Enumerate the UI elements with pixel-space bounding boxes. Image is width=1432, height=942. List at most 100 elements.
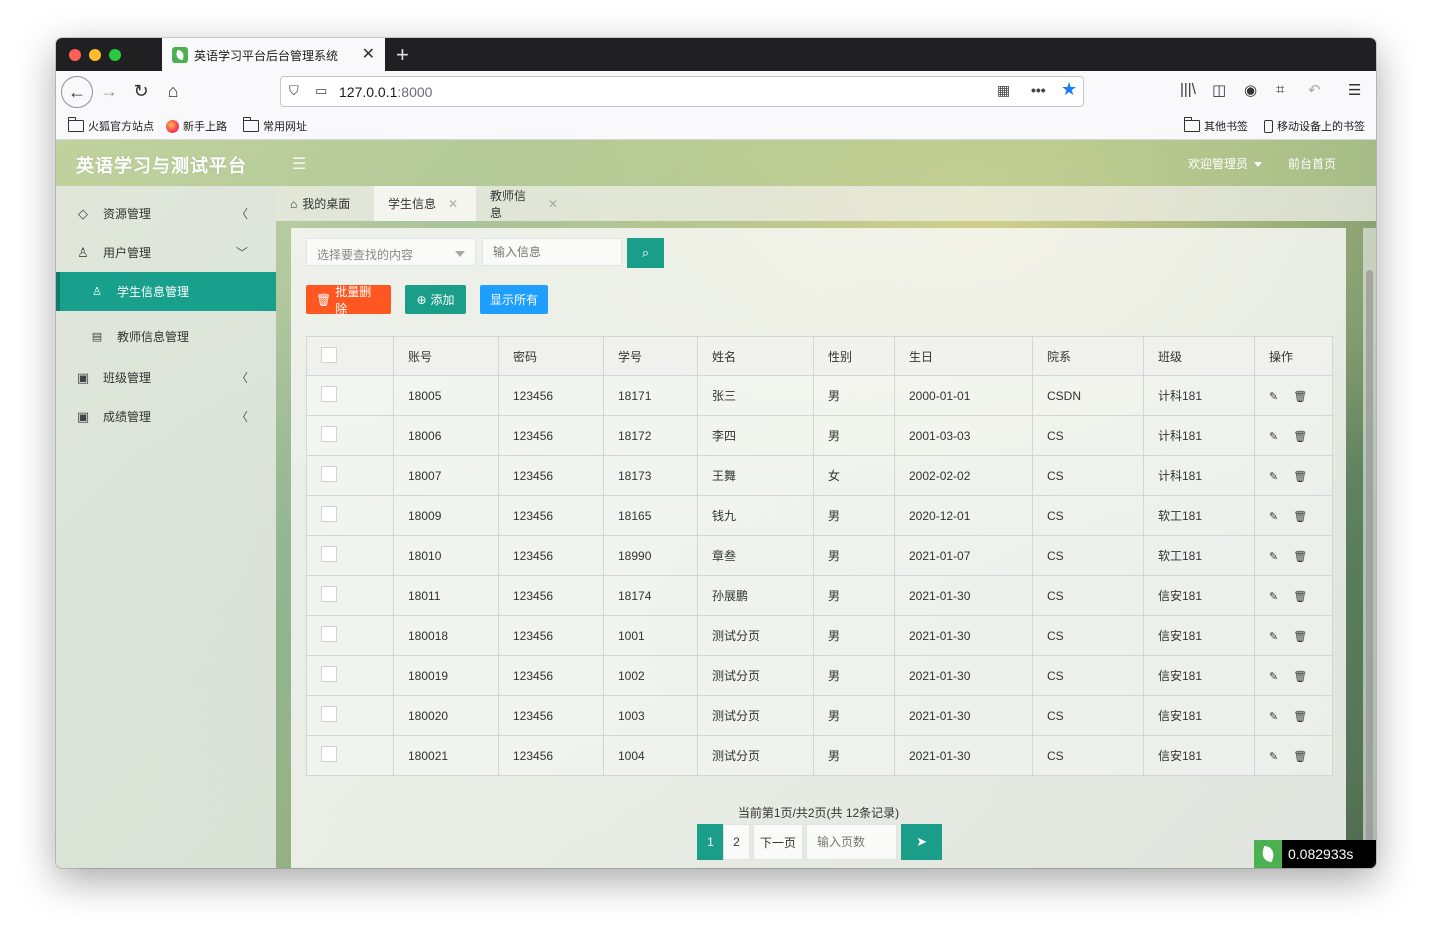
edit-icon[interactable]: ✎ xyxy=(1269,631,1284,643)
new-tab-icon[interactable]: + xyxy=(396,42,409,68)
row-checkbox[interactable] xyxy=(321,466,337,482)
search-input[interactable] xyxy=(482,238,622,266)
search-button[interactable]: ⌕ xyxy=(627,238,664,268)
library-icon[interactable]: |||\ xyxy=(1180,81,1196,98)
delete-icon[interactable]: 🗑 xyxy=(1284,431,1313,443)
go-page-button[interactable]: ➤ xyxy=(901,824,943,860)
screenshot-icon[interactable]: ⌗ xyxy=(1276,81,1284,98)
tab-my-desktop[interactable]: ⌂ 我的桌面 xyxy=(276,186,374,221)
delete-icon[interactable]: 🗑 xyxy=(1284,391,1313,403)
row-checkbox[interactable] xyxy=(321,666,337,682)
row-checkbox[interactable] xyxy=(321,586,337,602)
browser-tab[interactable]: 英语学习平台后台管理系统 ✕ xyxy=(162,38,385,71)
row-select-cell xyxy=(306,735,394,776)
sidebar-item-classes[interactable]: ▣ 班级管理 〈 xyxy=(56,358,276,397)
row-checkbox[interactable] xyxy=(321,506,337,522)
delete-icon[interactable]: 🗑 xyxy=(1284,551,1313,563)
select-all-checkbox[interactable] xyxy=(321,346,337,363)
close-tab-icon[interactable]: ✕ xyxy=(362,44,375,64)
account-icon[interactable]: ◉ xyxy=(1244,81,1257,99)
row-checkbox[interactable] xyxy=(321,746,337,762)
url-bar[interactable]: ⛉ ▭ 127.0.0.1:8000 ▦ ••• ★ xyxy=(280,76,1084,107)
delete-icon[interactable]: 🗑 xyxy=(1284,671,1313,683)
tab-student-info[interactable]: 学生信息 ✕ xyxy=(374,186,476,221)
bookmark-item[interactable]: 移动设备上的书签 xyxy=(1264,118,1365,134)
more-actions-icon[interactable]: ••• xyxy=(1031,82,1046,98)
sidebar-item-student-info[interactable]: ♙ 学生信息管理 xyxy=(56,272,276,311)
reload-button[interactable]: ↻ xyxy=(126,76,156,106)
column-header[interactable]: 密码 xyxy=(498,336,604,376)
row-checkbox[interactable] xyxy=(321,706,337,722)
table-cell: 123456 xyxy=(498,535,604,576)
bookmark-item[interactable]: 火狐官方站点 xyxy=(68,117,154,134)
delete-icon[interactable]: 🗑 xyxy=(1284,631,1313,643)
column-header[interactable]: 生日 xyxy=(894,336,1033,376)
delete-icon[interactable]: 🗑 xyxy=(1284,471,1313,483)
column-header[interactable]: 姓名 xyxy=(697,336,814,376)
column-header[interactable]: 账号 xyxy=(393,336,499,376)
edit-icon[interactable]: ✎ xyxy=(1269,671,1284,683)
delete-icon[interactable]: 🗑 xyxy=(1284,511,1313,523)
close-icon[interactable]: ✕ xyxy=(448,197,458,211)
delete-icon[interactable]: 🗑 xyxy=(1284,751,1313,763)
edit-icon[interactable]: ✎ xyxy=(1269,431,1284,443)
bookmark-item[interactable]: 其他书签 xyxy=(1184,117,1248,134)
page-button[interactable]: 1 xyxy=(697,824,724,860)
url-text[interactable]: 127.0.0.1:8000 xyxy=(339,84,432,100)
tab-teacher-info[interactable]: 教师信息 ✕ xyxy=(476,186,572,221)
column-header[interactable]: 班级 xyxy=(1143,336,1255,376)
row-checkbox[interactable] xyxy=(321,626,337,642)
bookmark-star-icon[interactable]: ★ xyxy=(1061,79,1077,100)
qr-code-icon[interactable]: ▦ xyxy=(997,82,1010,99)
admin-dropdown[interactable]: 欢迎管理员 xyxy=(1188,155,1263,172)
tab-label: 我的桌面 xyxy=(302,197,351,211)
back-button[interactable]: ← xyxy=(61,76,93,108)
edit-icon[interactable]: ✎ xyxy=(1269,751,1284,763)
sidebar-item-teacher-info[interactable]: ▤ 教师信息管理 xyxy=(56,317,276,356)
delete-icon[interactable]: 🗑 xyxy=(1284,711,1313,723)
delete-icon[interactable]: 🗑 xyxy=(1284,591,1313,603)
row-checkbox[interactable] xyxy=(321,386,337,402)
bookmark-item[interactable]: 新手上路 xyxy=(166,118,227,134)
batch-delete-button[interactable]: 🗑 批量删除 xyxy=(306,285,391,316)
menu-toggle-icon[interactable]: ☰ xyxy=(292,154,306,174)
search-field-select[interactable]: 选择要查找的内容 xyxy=(306,238,476,266)
bookmark-item[interactable]: 常用网址 xyxy=(243,117,307,134)
sidebar-icon[interactable]: ◫ xyxy=(1212,81,1226,99)
table-cell: CSDN xyxy=(1032,375,1144,416)
show-all-button[interactable]: 显示所有 xyxy=(480,285,548,314)
close-window-button[interactable] xyxy=(69,49,81,61)
app-logo[interactable]: 英语学习与测试平台 xyxy=(76,152,247,178)
edit-icon[interactable]: ✎ xyxy=(1269,511,1284,523)
undo-icon[interactable]: ↶ xyxy=(1308,81,1321,99)
page-number-input[interactable] xyxy=(806,824,898,860)
home-button[interactable]: ⌂ xyxy=(158,76,188,106)
row-checkbox[interactable] xyxy=(321,546,337,562)
close-icon[interactable]: ✕ xyxy=(548,197,558,211)
scrollbar-thumb[interactable] xyxy=(1366,270,1373,850)
button-label: 添加 xyxy=(430,293,455,307)
minimize-window-button[interactable] xyxy=(89,49,101,61)
shield-icon[interactable]: ⛉ xyxy=(289,83,299,99)
menu-icon[interactable]: ☰ xyxy=(1348,81,1361,99)
page-button[interactable]: 2 xyxy=(723,824,750,860)
next-page-button[interactable]: 下一页 xyxy=(753,824,804,860)
sidebar-item-scores[interactable]: ▣ 成绩管理 〈 xyxy=(56,397,276,436)
maximize-window-button[interactable] xyxy=(109,49,121,61)
forward-button[interactable]: → xyxy=(94,76,124,106)
sidebar-item-resources[interactable]: ◇ 资源管理 〈 xyxy=(56,194,276,233)
column-header[interactable]: 院系 xyxy=(1032,336,1144,376)
row-checkbox[interactable] xyxy=(321,426,337,442)
page-scrollbar[interactable] xyxy=(1363,228,1376,868)
column-header[interactable]: 性别 xyxy=(813,336,895,376)
column-header[interactable]: 学号 xyxy=(603,336,698,376)
edit-icon[interactable]: ✎ xyxy=(1269,551,1284,563)
sidebar-item-users[interactable]: ♙ 用户管理 ﹀ xyxy=(56,233,276,272)
edit-icon[interactable]: ✎ xyxy=(1269,391,1284,403)
edit-icon[interactable]: ✎ xyxy=(1269,591,1284,603)
add-button[interactable]: ⊕ 添加 xyxy=(405,285,466,314)
front-page-link[interactable]: 前台首页 xyxy=(1288,155,1336,172)
edit-icon[interactable]: ✎ xyxy=(1269,471,1284,483)
table-cell: 1001 xyxy=(603,615,698,656)
edit-icon[interactable]: ✎ xyxy=(1269,711,1284,723)
